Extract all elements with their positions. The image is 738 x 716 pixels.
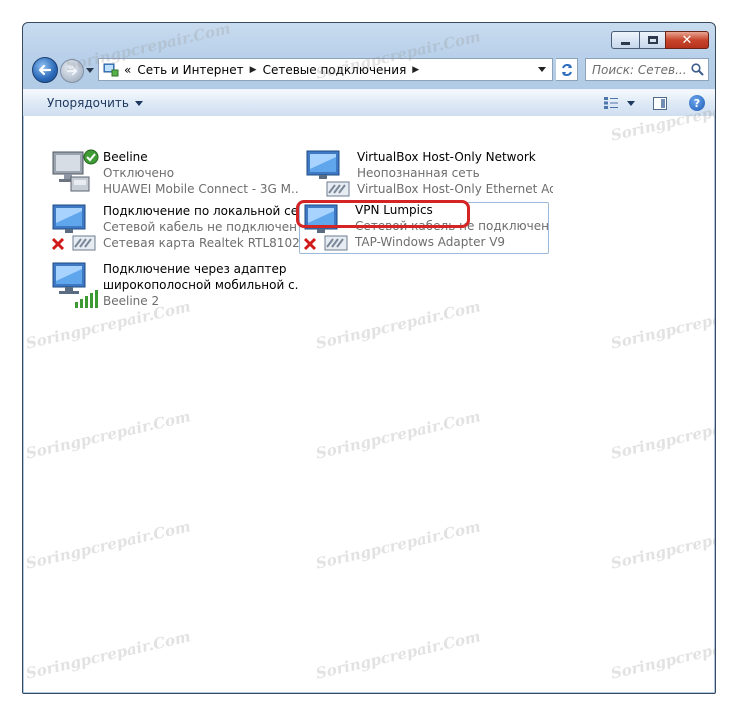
- watermark: Soringpcrepair.Com: [24, 517, 193, 573]
- connection-item-local-area[interactable]: Подключение по локальной сети Сетевой ка…: [47, 203, 299, 255]
- connection-text: VirtualBox Host-Only Network Неопознанна…: [357, 149, 553, 197]
- arrow-right-icon: [66, 66, 78, 76]
- window-controls: ✕: [611, 31, 709, 49]
- watermark: Soringpcrepair.Com: [24, 627, 193, 683]
- change-view-button[interactable]: [603, 96, 635, 110]
- connection-item-mobile-broadband[interactable]: Подключение через адаптер широкополосной…: [47, 261, 299, 313]
- recent-pages-dropdown[interactable]: [86, 68, 94, 73]
- connection-name: VirtualBox Host-Only Network: [357, 150, 536, 164]
- watermark: Soringpcrepair.Com: [609, 297, 716, 353]
- connection-device: VirtualBox Host-Only Ethernet Ad...: [357, 182, 553, 196]
- connection-device: Beeline 2: [103, 294, 160, 308]
- connection-device: Сетевая карта Realtek RTL8102E/...: [103, 236, 299, 250]
- watermark: Soringpcrepair.Com: [609, 517, 716, 573]
- connection-name: Подключение через адаптер: [103, 262, 287, 276]
- watermark: Soringpcrepair.Com: [314, 627, 483, 683]
- highlight-annotation: [296, 200, 470, 228]
- address-bar[interactable]: « Сеть и Интернет ▶ Сетевые подключения …: [98, 58, 553, 81]
- watermark: Soringpcrepair.Com: [314, 517, 483, 573]
- connection-status: широкополосной мобильной с...: [103, 278, 299, 292]
- connection-status: Сетевой кабель не подключен: [103, 220, 297, 234]
- breadcrumb-separator-icon[interactable]: ▶: [412, 65, 419, 75]
- explorer-window: ✕ « Сеть и Интернет ▶ Сетевые подключени…: [22, 22, 716, 694]
- command-bar: Упорядочить ?: [23, 89, 715, 117]
- network-folder-icon: [103, 63, 119, 76]
- navigation-bar: « Сеть и Интернет ▶ Сетевые подключения …: [23, 55, 715, 85]
- network-adapter-icon: [306, 150, 350, 197]
- connection-device: HUAWEI Mobile Connect - 3G M...: [103, 182, 299, 196]
- maximize-icon: [647, 36, 658, 44]
- help-icon: ?: [693, 96, 701, 110]
- search-input[interactable]: Поиск: Сетев...: [585, 58, 709, 81]
- command-bar-tools: ?: [603, 95, 705, 111]
- network-connected-check-icon: [52, 149, 99, 192]
- forward-button[interactable]: [60, 59, 84, 83]
- chevron-down-icon: [627, 100, 635, 106]
- close-button[interactable]: ✕: [665, 31, 709, 49]
- watermark: Soringpcrepair.Com: [24, 407, 193, 463]
- connection-device: TAP-Windows Adapter V9: [355, 235, 506, 249]
- watermark: Soringpcrepair.Com: [609, 407, 716, 463]
- watermark: Soringpcrepair.Com: [609, 627, 716, 683]
- network-disconnected-icon: [51, 204, 96, 251]
- address-overflow-icon[interactable]: «: [124, 63, 131, 77]
- breadcrumb-separator-icon[interactable]: ▶: [250, 65, 257, 75]
- connection-status: Неопознанная сеть: [357, 166, 480, 180]
- close-icon: ✕: [681, 32, 693, 48]
- help-button[interactable]: ?: [689, 95, 705, 111]
- connection-text: Подключение по локальной сети Сетевой ка…: [103, 203, 299, 251]
- connection-name: Beeline: [103, 150, 148, 164]
- connection-item-beeline[interactable]: Beeline Отключено HUAWEI Mobile Connect …: [47, 149, 299, 201]
- connection-status: Отключено: [103, 166, 175, 180]
- connection-text: Подключение через адаптер широкополосной…: [103, 261, 299, 309]
- connections-list: Soringpcrepair.Com Soringpcrepair.Com So…: [24, 23, 716, 692]
- title-bar: ✕: [23, 23, 715, 53]
- organize-label: Упорядочить: [47, 96, 129, 110]
- connection-name: Подключение по локальной сети: [103, 204, 299, 218]
- back-button[interactable]: [32, 57, 58, 83]
- breadcrumb-network-internet[interactable]: Сеть и Интернет: [137, 63, 243, 77]
- minimize-icon: [621, 41, 630, 45]
- breadcrumb-label: Сеть и Интернет: [137, 62, 244, 77]
- minimize-button[interactable]: [611, 31, 639, 49]
- search-placeholder: Поиск: Сетев...: [592, 62, 687, 77]
- breadcrumb-network-connections[interactable]: Сетевые подключения: [263, 63, 407, 77]
- watermark: Soringpcrepair.Com: [314, 297, 483, 353]
- arrow-left-icon: [38, 64, 52, 76]
- connection-item-virtualbox[interactable]: VirtualBox Host-Only Network Неопознанна…: [301, 149, 553, 201]
- mobile-broadband-icon: [52, 262, 98, 308]
- organize-button[interactable]: Упорядочить: [47, 96, 143, 110]
- breadcrumb-label: Сетевые подключения: [262, 62, 407, 77]
- address-history-dropdown[interactable]: [538, 67, 546, 72]
- preview-pane-button[interactable]: [653, 96, 667, 110]
- refresh-icon: [561, 63, 572, 76]
- refresh-button[interactable]: [556, 58, 578, 81]
- search-icon: [691, 63, 704, 76]
- maximize-button[interactable]: [639, 31, 665, 49]
- chevron-down-icon: [134, 100, 143, 106]
- connection-text: Beeline Отключено HUAWEI Mobile Connect …: [103, 149, 299, 197]
- view-details-icon: [604, 97, 618, 109]
- watermark: Soringpcrepair.Com: [314, 407, 483, 463]
